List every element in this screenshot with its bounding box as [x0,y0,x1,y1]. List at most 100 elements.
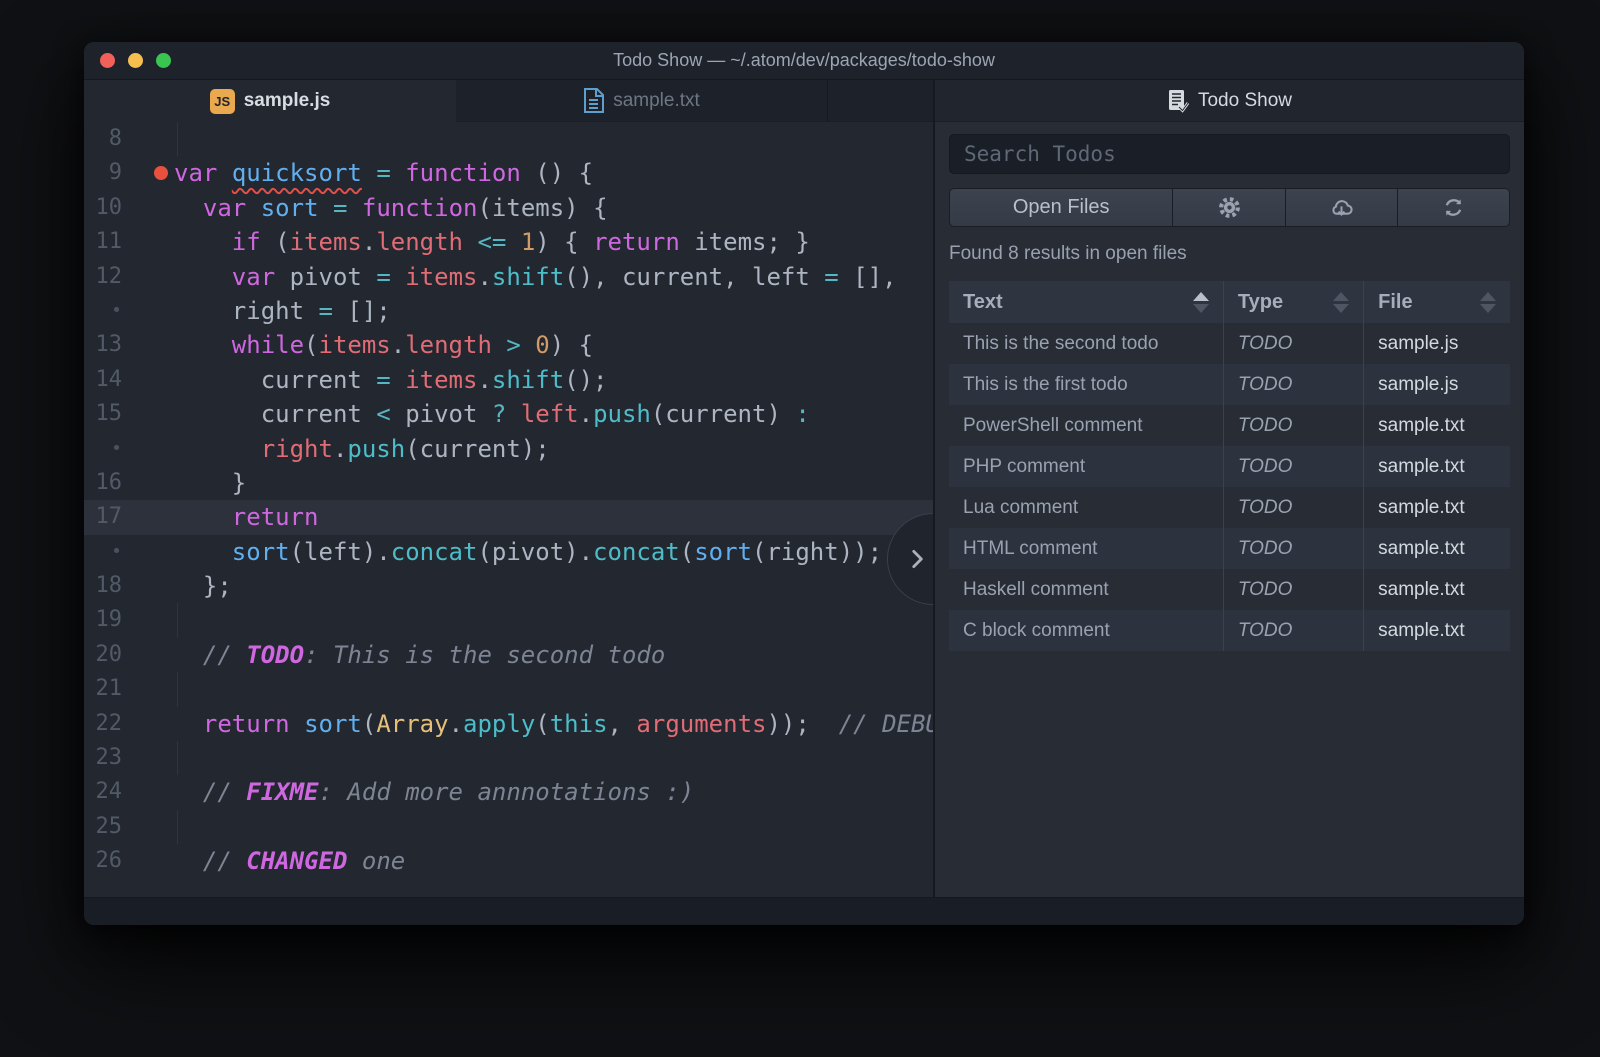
code-line[interactable]: 21 [84,672,933,706]
export-button[interactable] [1286,188,1398,227]
code-line[interactable]: 24 // FIXME: Add more annnotations :) [84,775,933,809]
refresh-button[interactable] [1398,188,1510,227]
panel-title: Todo Show [1198,90,1292,112]
line-number: 10 [84,191,122,225]
wrap-marker: • [84,294,122,328]
line-number: 25 [84,810,122,844]
todo-type-cell: TODO [1224,528,1364,569]
code-text: var quicksort = function () { [172,156,593,190]
gutter: 26 [84,844,172,878]
tab-sample-js[interactable]: JS sample.js [84,80,456,122]
window-title: Todo Show — ~/.atom/dev/packages/todo-sh… [84,50,1524,71]
code-text: var pivot = items.shift(), current, left… [172,260,897,294]
todo-text-cell: PowerShell comment [949,405,1224,446]
todo-type-cell: TODO [1224,364,1364,405]
code-line[interactable]: 11 if (items.length <= 1) { return items… [84,225,933,259]
tab-label: sample.js [244,90,331,112]
code-text [172,741,178,775]
todo-text-cell: Lua comment [949,487,1224,528]
open-files-button[interactable]: Open Files [949,188,1173,227]
line-number: 11 [84,225,122,259]
column-header-file[interactable]: File [1364,281,1510,323]
gutter: 9 [84,156,172,190]
cloud-download-icon [1328,194,1355,221]
line-number: 19 [84,603,122,637]
code-line[interactable]: 16 } [84,466,933,500]
line-number: 15 [84,397,122,431]
todo-text-cell: C block comment [949,610,1224,651]
line-number: 17 [84,500,122,534]
table-row[interactable]: HTML commentTODOsample.txt [949,528,1510,569]
todo-file-cell: sample.js [1364,323,1510,364]
code-line[interactable]: • right = []; [84,294,933,328]
sort-arrows-icon [1480,292,1496,313]
todo-type-cell: TODO [1224,487,1364,528]
table-row[interactable]: This is the first todoTODOsample.js [949,364,1510,405]
code-line[interactable]: 17 return [84,500,933,534]
tab-label: sample.txt [613,90,700,112]
code-text: var sort = function(items) { [172,191,608,225]
line-number: 14 [84,363,122,397]
table-header-row: Text Type File [949,281,1510,323]
code-line[interactable]: 10 var sort = function(items) { [84,191,933,225]
code-line[interactable]: 23 [84,741,933,775]
code-line[interactable]: 9var quicksort = function () { [84,156,933,190]
code-line[interactable]: 18 }; [84,569,933,603]
gutter: 24 [84,775,172,809]
panel-collapse-button[interactable] [887,513,933,605]
todo-type-cell: TODO [1224,569,1364,610]
gutter: 15 [84,397,172,431]
code-text: while(items.length > 0) { [172,328,593,362]
table-row[interactable]: PHP commentTODOsample.txt [949,446,1510,487]
search-input[interactable] [949,134,1510,174]
line-number: 13 [84,328,122,362]
code-line[interactable]: 19 [84,603,933,637]
gutter: 18 [84,569,172,603]
code-line[interactable]: 8 [84,122,933,156]
table-row[interactable]: This is the second todoTODOsample.js [949,323,1510,364]
todo-file-cell: sample.txt [1364,487,1510,528]
code-line[interactable]: 26 // CHANGED one [84,844,933,878]
table-row[interactable]: PowerShell commentTODOsample.txt [949,405,1510,446]
code-line[interactable]: 20 // TODO: This is the second todo [84,638,933,672]
table-row[interactable]: C block commentTODOsample.txt [949,610,1510,651]
code-line[interactable]: • sort(left).concat(pivot).concat(sort(r… [84,535,933,569]
code-text [172,810,178,844]
todo-list-icon [1167,89,1189,113]
settings-button[interactable] [1173,188,1285,227]
tab-sample-txt[interactable]: sample.txt [456,80,828,122]
line-number: 21 [84,672,122,706]
code-text: right.push(current); [172,432,550,466]
code-line[interactable]: 15 current < pivot ? left.push(current) … [84,397,933,431]
panel-header: Todo Show [935,80,1524,122]
column-header-text[interactable]: Text [949,281,1224,323]
code-line[interactable]: 25 [84,810,933,844]
table-row[interactable]: Haskell commentTODOsample.txt [949,569,1510,610]
gutter: 14 [84,363,172,397]
gutter: 10 [84,191,172,225]
code-line[interactable]: • right.push(current); [84,432,933,466]
todo-type-cell: TODO [1224,446,1364,487]
column-header-type[interactable]: Type [1224,281,1364,323]
indent-guide [177,741,178,775]
table-row[interactable]: Lua commentTODOsample.txt [949,487,1510,528]
code-editor[interactable]: 89var quicksort = function () {10 var so… [84,122,933,897]
editor-pane: JS sample.js sample.txt 89var quickso [84,80,933,897]
gutter: • [84,535,172,569]
gutter: 17 [84,500,172,534]
todo-type-cell: TODO [1224,610,1364,651]
indent-guide [177,672,178,706]
line-number: 22 [84,707,122,741]
todo-text-cell: This is the first todo [949,364,1224,405]
code-line[interactable]: 13 while(items.length > 0) { [84,328,933,362]
code-text [172,122,178,156]
indent-guide [177,603,178,637]
code-line[interactable]: 12 var pivot = items.shift(), current, l… [84,260,933,294]
gutter: 20 [84,638,172,672]
code-line[interactable]: 14 current = items.shift(); [84,363,933,397]
code-text [172,603,178,637]
column-label: Type [1238,291,1283,314]
code-line[interactable]: 22 return sort(Array.apply(this, argumen… [84,707,933,741]
wrap-marker: • [84,432,122,466]
code-text: return [172,500,319,534]
